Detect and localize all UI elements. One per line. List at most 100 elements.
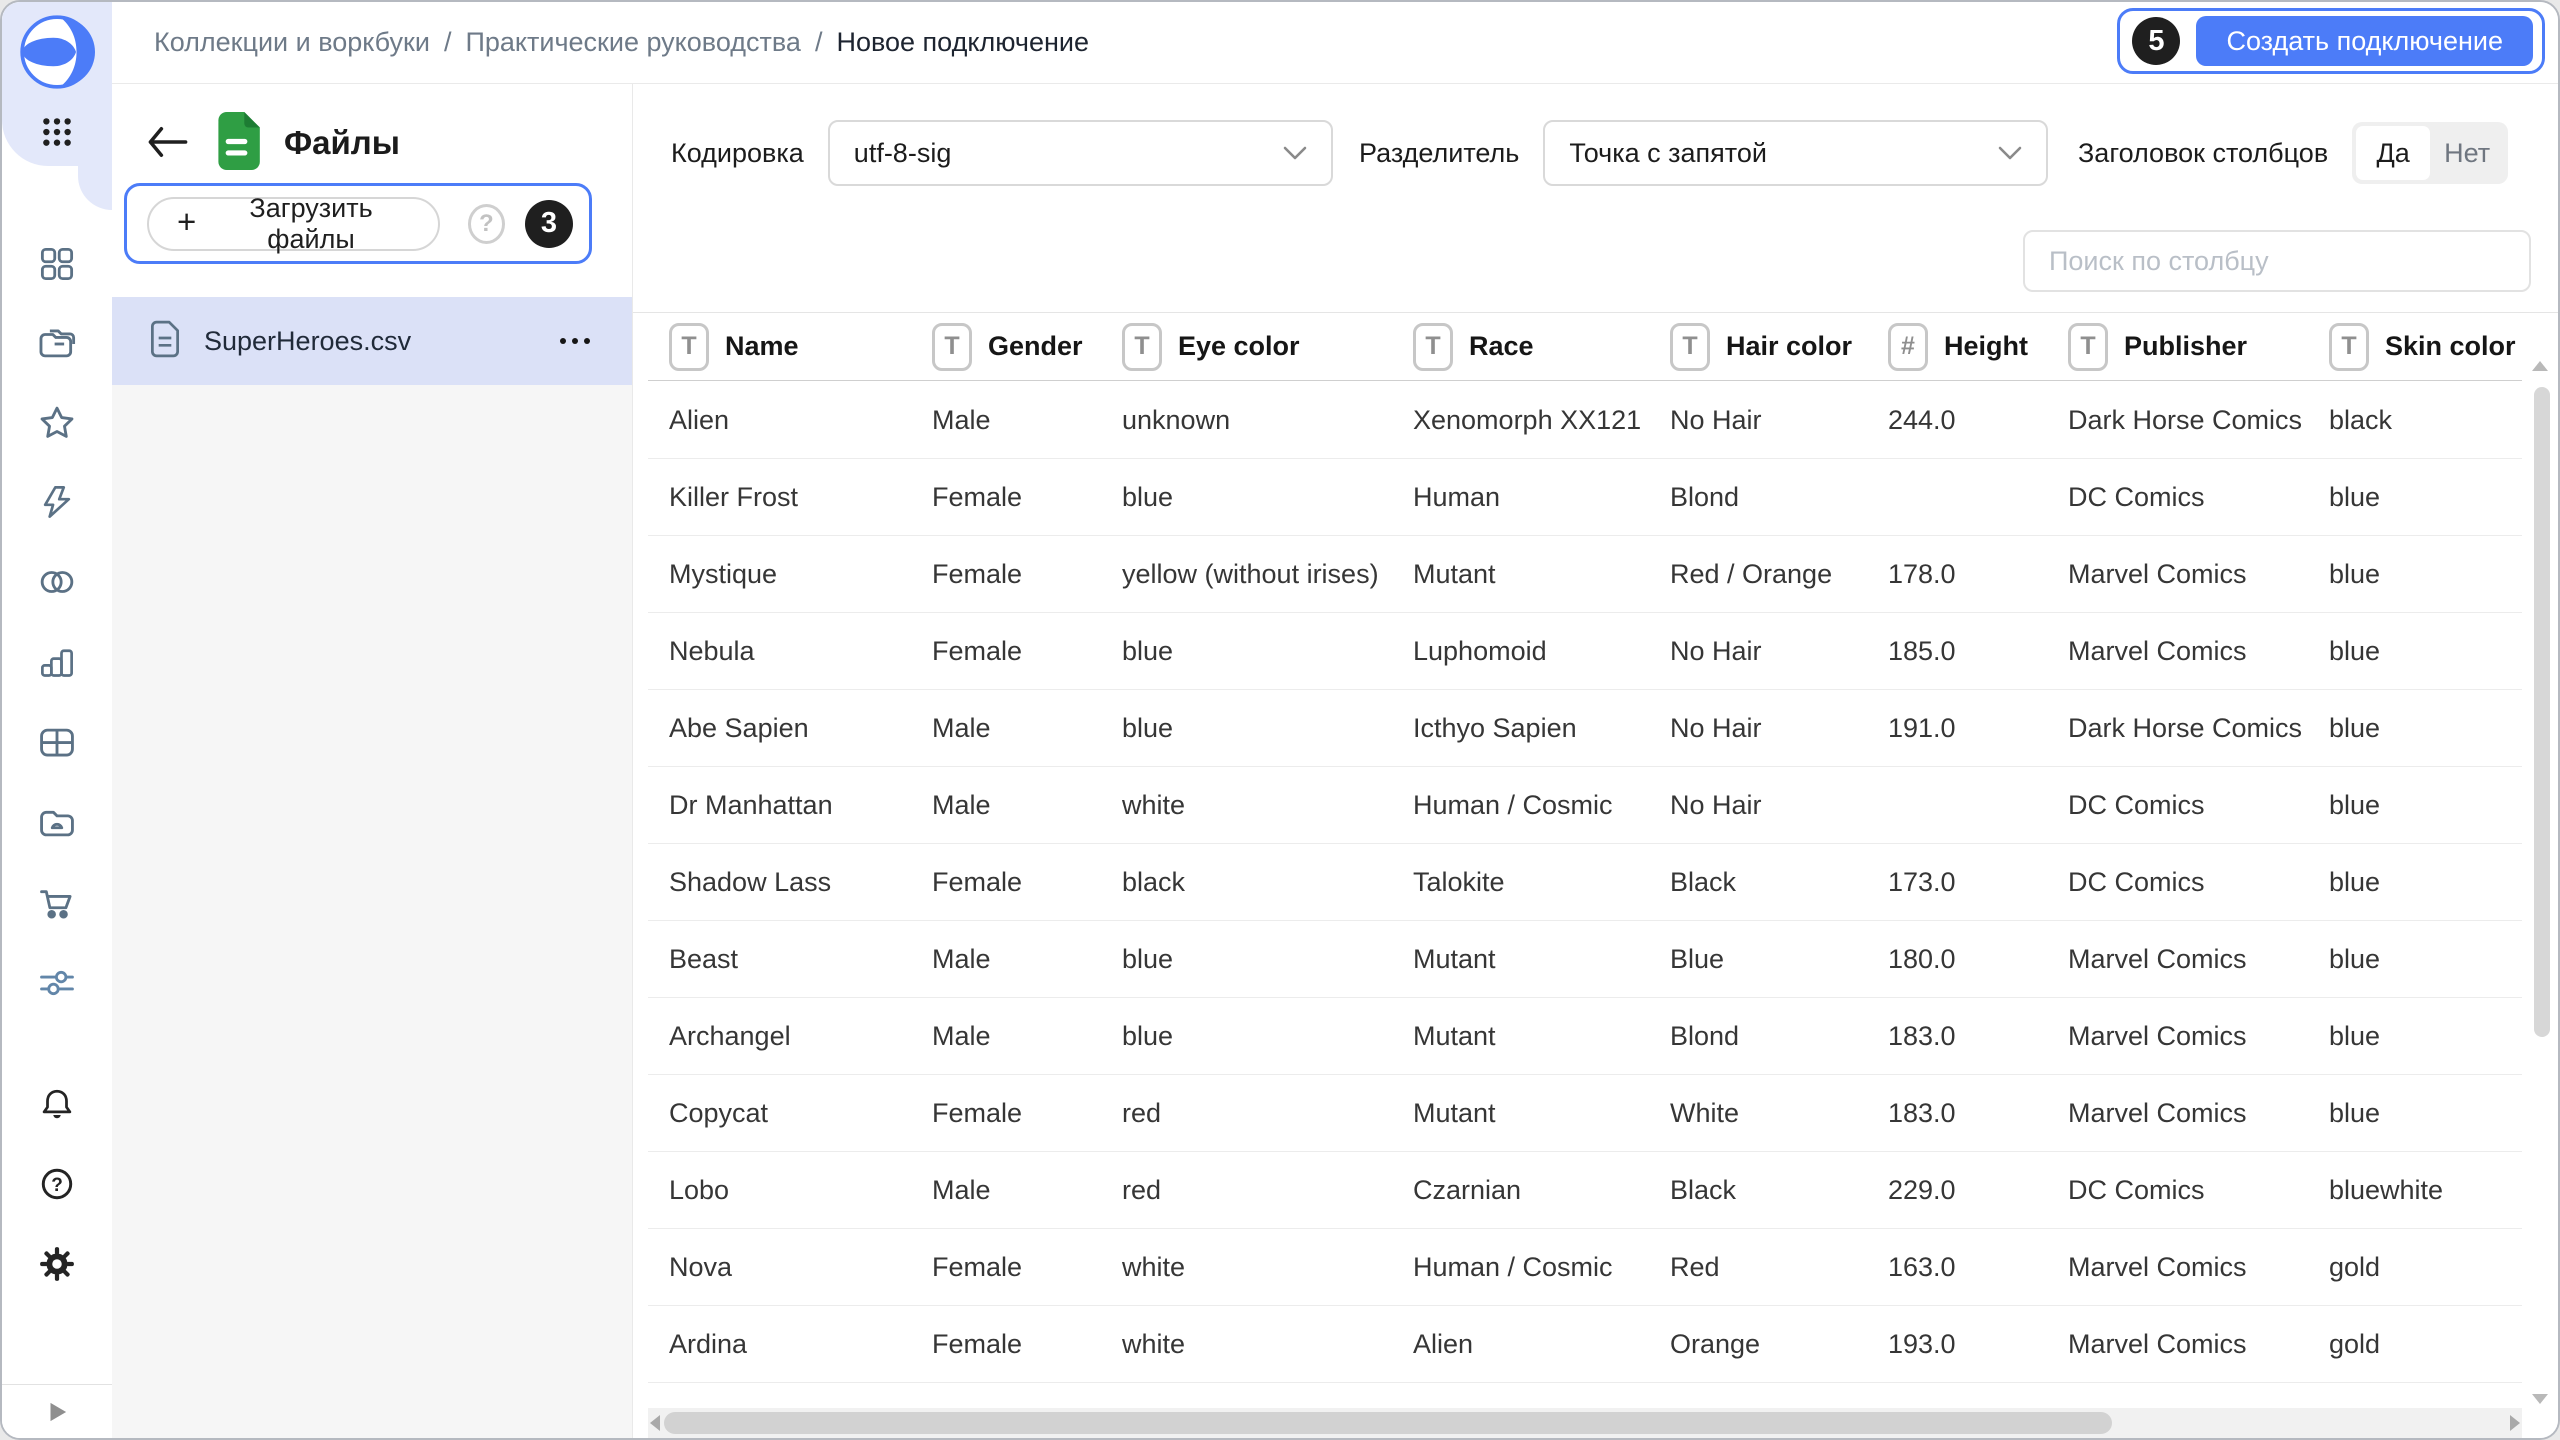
table-row: AlienMaleunknownXenomorph XX121No Hair24… [648,382,2522,459]
encoding-select[interactable]: utf-8-sig [828,120,1333,186]
table-cell: Human [1392,459,1649,535]
table-row: ArdinaFemalewhiteAlienOrange193.0Marvel … [648,1306,2522,1383]
table-cell: red [1101,1152,1392,1228]
create-connection-callout: 5 Создать подключение [2117,8,2545,74]
table-cell: Male [911,382,1101,458]
table-cell: Red [1649,1229,1867,1305]
table-cell: No Hair [1649,690,1867,766]
column-header-eye-color[interactable]: TEye color [1101,313,1392,380]
bell-icon[interactable] [38,1086,76,1124]
preview-area: Кодировка utf-8-sig Разделитель Точка с … [632,84,2558,1438]
table-cell: Mutant [1392,1075,1649,1151]
table-cell: Mystique [648,536,911,612]
delimiter-group: Разделитель Точка с запятой [1359,120,2048,186]
column-header-gender[interactable]: TGender [911,313,1101,380]
table-cell: Marvel Comics [2047,613,2308,689]
dashboard-icon[interactable] [38,245,76,283]
back-arrow-icon[interactable] [146,124,190,160]
table-cell: Orange [1649,1306,1867,1382]
table-cell: Abe Sapien [648,690,911,766]
table-cell: gold [2308,1306,2522,1382]
expand-play-icon[interactable] [2,1384,112,1438]
header-toggle: Да Нет [2352,122,2508,184]
column-header-height[interactable]: #Height [1867,313,2047,380]
column-label: Publisher [2124,331,2247,362]
file-list-item-selected[interactable]: SuperHeroes.csv [112,297,632,385]
app-window: ? Кол [0,0,2560,1440]
table-cell: gold [2308,1229,2522,1305]
horizontal-scroll-thumb[interactable] [664,1412,2112,1434]
encoding-group: Кодировка utf-8-sig [671,120,1333,186]
table-cell: Marvel Comics [2047,998,2308,1074]
table-cell: Black [1649,1152,1867,1228]
table-cell: Female [911,1075,1101,1151]
vertical-scroll-thumb[interactable] [2534,387,2550,1037]
delimiter-select[interactable]: Точка с запятой [1543,120,2048,186]
upload-files-button[interactable]: + Загрузить файлы [147,197,440,251]
bar-chart-icon[interactable] [38,643,76,681]
column-label: Skin color [2385,331,2516,362]
vertical-scrollbar[interactable] [2530,353,2552,1404]
csv-file-type-icon [212,112,260,175]
table-cell: Luphomoid [1392,613,1649,689]
breadcrumb-item[interactable]: Практические руководства [465,27,800,58]
star-icon[interactable] [38,404,76,442]
document-icon [148,319,182,364]
table-cell: Archangel [648,998,911,1074]
table-cell: blue [1101,998,1392,1074]
column-header-skin-color[interactable]: TSkin color [2308,313,2528,380]
overlapping-circles-icon[interactable] [38,563,76,601]
column-header-race[interactable]: TRace [1392,313,1649,380]
table-row: BeastMaleblueMutantBlue180.0Marvel Comic… [648,921,2522,998]
table-row: NovaFemalewhiteHuman / CosmicRed163.0Mar… [648,1229,2522,1306]
text-type-icon: T [1122,323,1162,371]
scroll-down-icon[interactable] [2532,1394,2548,1404]
cart-icon[interactable] [38,884,76,922]
scroll-right-icon[interactable] [2510,1415,2520,1431]
header-toggle-yes[interactable]: Да [2356,126,2430,180]
header-toggle-label: Заголовок столбцов [2078,138,2328,169]
table-cell: bluewhite [2308,1152,2522,1228]
column-header-hair-color[interactable]: THair color [1649,313,1867,380]
create-connection-button[interactable]: Создать подключение [2196,16,2533,66]
table-cell: Lobo [648,1152,911,1228]
upload-help-icon[interactable]: ? [468,204,505,244]
table-cell: Beast [648,921,911,997]
table-cell: Alien [648,382,911,458]
column-search-input[interactable] [2023,230,2531,292]
table-cell: Mutant [1392,921,1649,997]
files-panel: Файлы + Загрузить файлы ? 3 SuperHeroes.… [112,84,632,1438]
folder-upload-icon[interactable] [38,804,76,842]
table-cell: Dr Manhattan [648,767,911,843]
horizontal-scrollbar[interactable] [648,1408,2522,1438]
header-toggle-no[interactable]: Нет [2430,126,2504,180]
scroll-up-icon[interactable] [2532,361,2548,371]
breadcrumb-item[interactable]: Коллекции и воркбуки [154,27,430,58]
table-cell: Marvel Comics [2047,1075,2308,1151]
table-cell: Red / Orange [1649,536,1867,612]
chevron-down-icon [1998,146,2022,160]
collections-icon[interactable] [38,325,76,363]
table-cell: No Hair [1649,767,1867,843]
lightning-icon[interactable] [38,483,76,521]
datalens-logo-icon[interactable] [19,14,95,90]
column-header-name[interactable]: TName [648,313,911,380]
table-cell: Killer Frost [648,459,911,535]
file-name: SuperHeroes.csv [204,326,411,357]
help-icon[interactable]: ? [38,1165,76,1203]
gear-icon[interactable] [38,1245,76,1283]
scroll-left-icon[interactable] [650,1415,660,1431]
column-header-publisher[interactable]: TPublisher [2047,313,2308,380]
table-grid-icon[interactable] [38,723,76,761]
table-cell: 183.0 [1867,998,2047,1074]
more-actions-icon[interactable] [554,332,596,350]
table-cell: Xenomorph XX121 [1392,382,1649,458]
table-cell: black [1101,844,1392,920]
table-cell: Blue [1649,921,1867,997]
text-type-icon: T [932,323,972,371]
sliders-icon[interactable] [38,964,76,1002]
apps-grid-icon[interactable] [38,113,76,151]
panel-title: Файлы [284,124,400,162]
table-cell: Nebula [648,613,911,689]
table-cell: DC Comics [2047,1152,2308,1228]
